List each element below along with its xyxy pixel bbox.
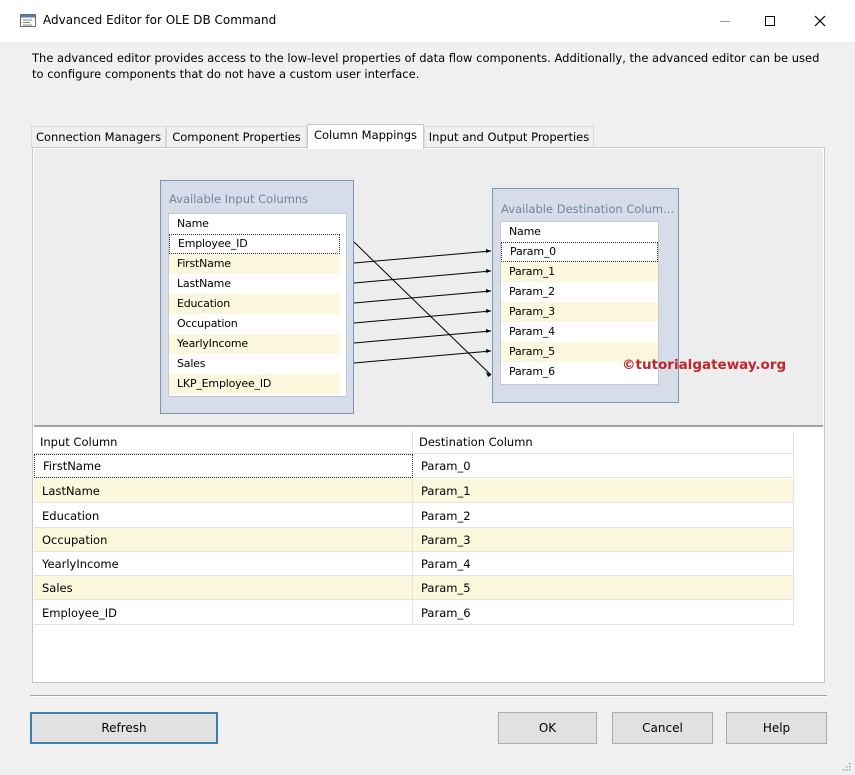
table-row[interactable]: Sales Param_5 <box>34 576 794 600</box>
arrowhead-icon <box>486 249 491 253</box>
mapping-line[interactable] <box>353 290 492 304</box>
close-icon <box>814 15 826 27</box>
footer-divider <box>30 695 827 697</box>
input-column-cell[interactable]: Occupation <box>34 528 413 552</box>
tab-component-properties[interactable]: Component Properties <box>166 126 307 148</box>
tab-connection-managers[interactable]: Connection Managers <box>31 126 166 148</box>
mapping-line[interactable] <box>353 310 492 324</box>
ok-button[interactable]: OK <box>498 712 597 744</box>
window-title: Advanced Editor for OLE DB Command <box>43 13 277 27</box>
destination-column-cell[interactable]: Param_0 <box>413 454 794 478</box>
table-row[interactable]: Employee_ID Param_6 <box>34 601 794 625</box>
maximize-icon <box>765 16 775 26</box>
close-button[interactable] <box>800 6 840 36</box>
destination-column-cell[interactable]: Param_1 <box>413 479 794 503</box>
help-button[interactable]: Help <box>726 712 827 744</box>
resize-grip-icon[interactable] <box>841 761 851 771</box>
table-row[interactable]: Education Param_2 <box>34 504 794 528</box>
input-column-cell[interactable]: LastName <box>34 479 413 503</box>
arrowhead-icon <box>486 289 491 293</box>
mapping-line[interactable] <box>353 241 492 376</box>
mapping-line[interactable] <box>353 250 492 264</box>
mapping-table-header: Input Column Destination Column <box>34 431 794 454</box>
tab-input-output-properties[interactable]: Input and Output Properties <box>424 126 594 148</box>
mapping-diagram: Available Input Columns Name Employee_ID… <box>34 149 823 427</box>
destination-column-cell[interactable]: Param_5 <box>413 576 794 600</box>
watermark: ©tutorialgateway.org <box>622 357 787 373</box>
title-bar: Advanced Editor for OLE DB Command <box>0 0 855 42</box>
table-row[interactable]: YearlyIncome Param_4 <box>34 552 794 576</box>
destination-column-cell[interactable]: Param_3 <box>413 528 794 552</box>
tab-column-mappings[interactable]: Column Mappings <box>307 124 424 149</box>
mapping-line[interactable] <box>353 350 492 364</box>
input-column-cell[interactable]: Sales <box>34 576 413 600</box>
cancel-button[interactable]: Cancel <box>612 712 713 744</box>
editor-description: The advanced editor provides access to t… <box>32 51 820 81</box>
arrowhead-icon <box>486 269 491 273</box>
arrowhead-icon <box>486 309 491 313</box>
destination-column-cell[interactable]: Param_6 <box>413 601 794 625</box>
editor-icon <box>20 14 36 27</box>
table-row[interactable]: LastName Param_1 <box>34 479 794 503</box>
destination-column-header[interactable]: Destination Column <box>413 431 794 454</box>
destination-column-cell[interactable]: Param_4 <box>413 552 794 576</box>
mapping-line[interactable] <box>353 270 492 284</box>
arrowhead-icon <box>486 329 491 333</box>
minimize-icon <box>720 21 730 22</box>
input-column-cell[interactable]: Employee_ID <box>34 601 413 625</box>
refresh-button[interactable]: Refresh <box>30 712 218 744</box>
column-mappings-panel: Available Input Columns Name Employee_ID… <box>32 147 825 683</box>
destination-column-cell[interactable]: Param_2 <box>413 504 794 528</box>
table-row[interactable]: FirstName Param_0 <box>34 454 794 478</box>
maximize-button[interactable] <box>750 6 790 36</box>
mapping-line[interactable] <box>353 330 492 344</box>
advanced-editor-window: Advanced Editor for OLE DB Command The a… <box>0 0 855 775</box>
input-column-cell[interactable]: Education <box>34 504 413 528</box>
minimize-button[interactable] <box>705 6 745 36</box>
input-column-header[interactable]: Input Column <box>34 431 413 454</box>
input-column-cell[interactable]: FirstName <box>34 454 413 478</box>
input-column-cell[interactable]: YearlyIncome <box>34 552 413 576</box>
mapping-lines <box>353 241 492 377</box>
table-row[interactable]: Occupation Param_3 <box>34 528 794 552</box>
arrowhead-icon <box>486 349 491 353</box>
